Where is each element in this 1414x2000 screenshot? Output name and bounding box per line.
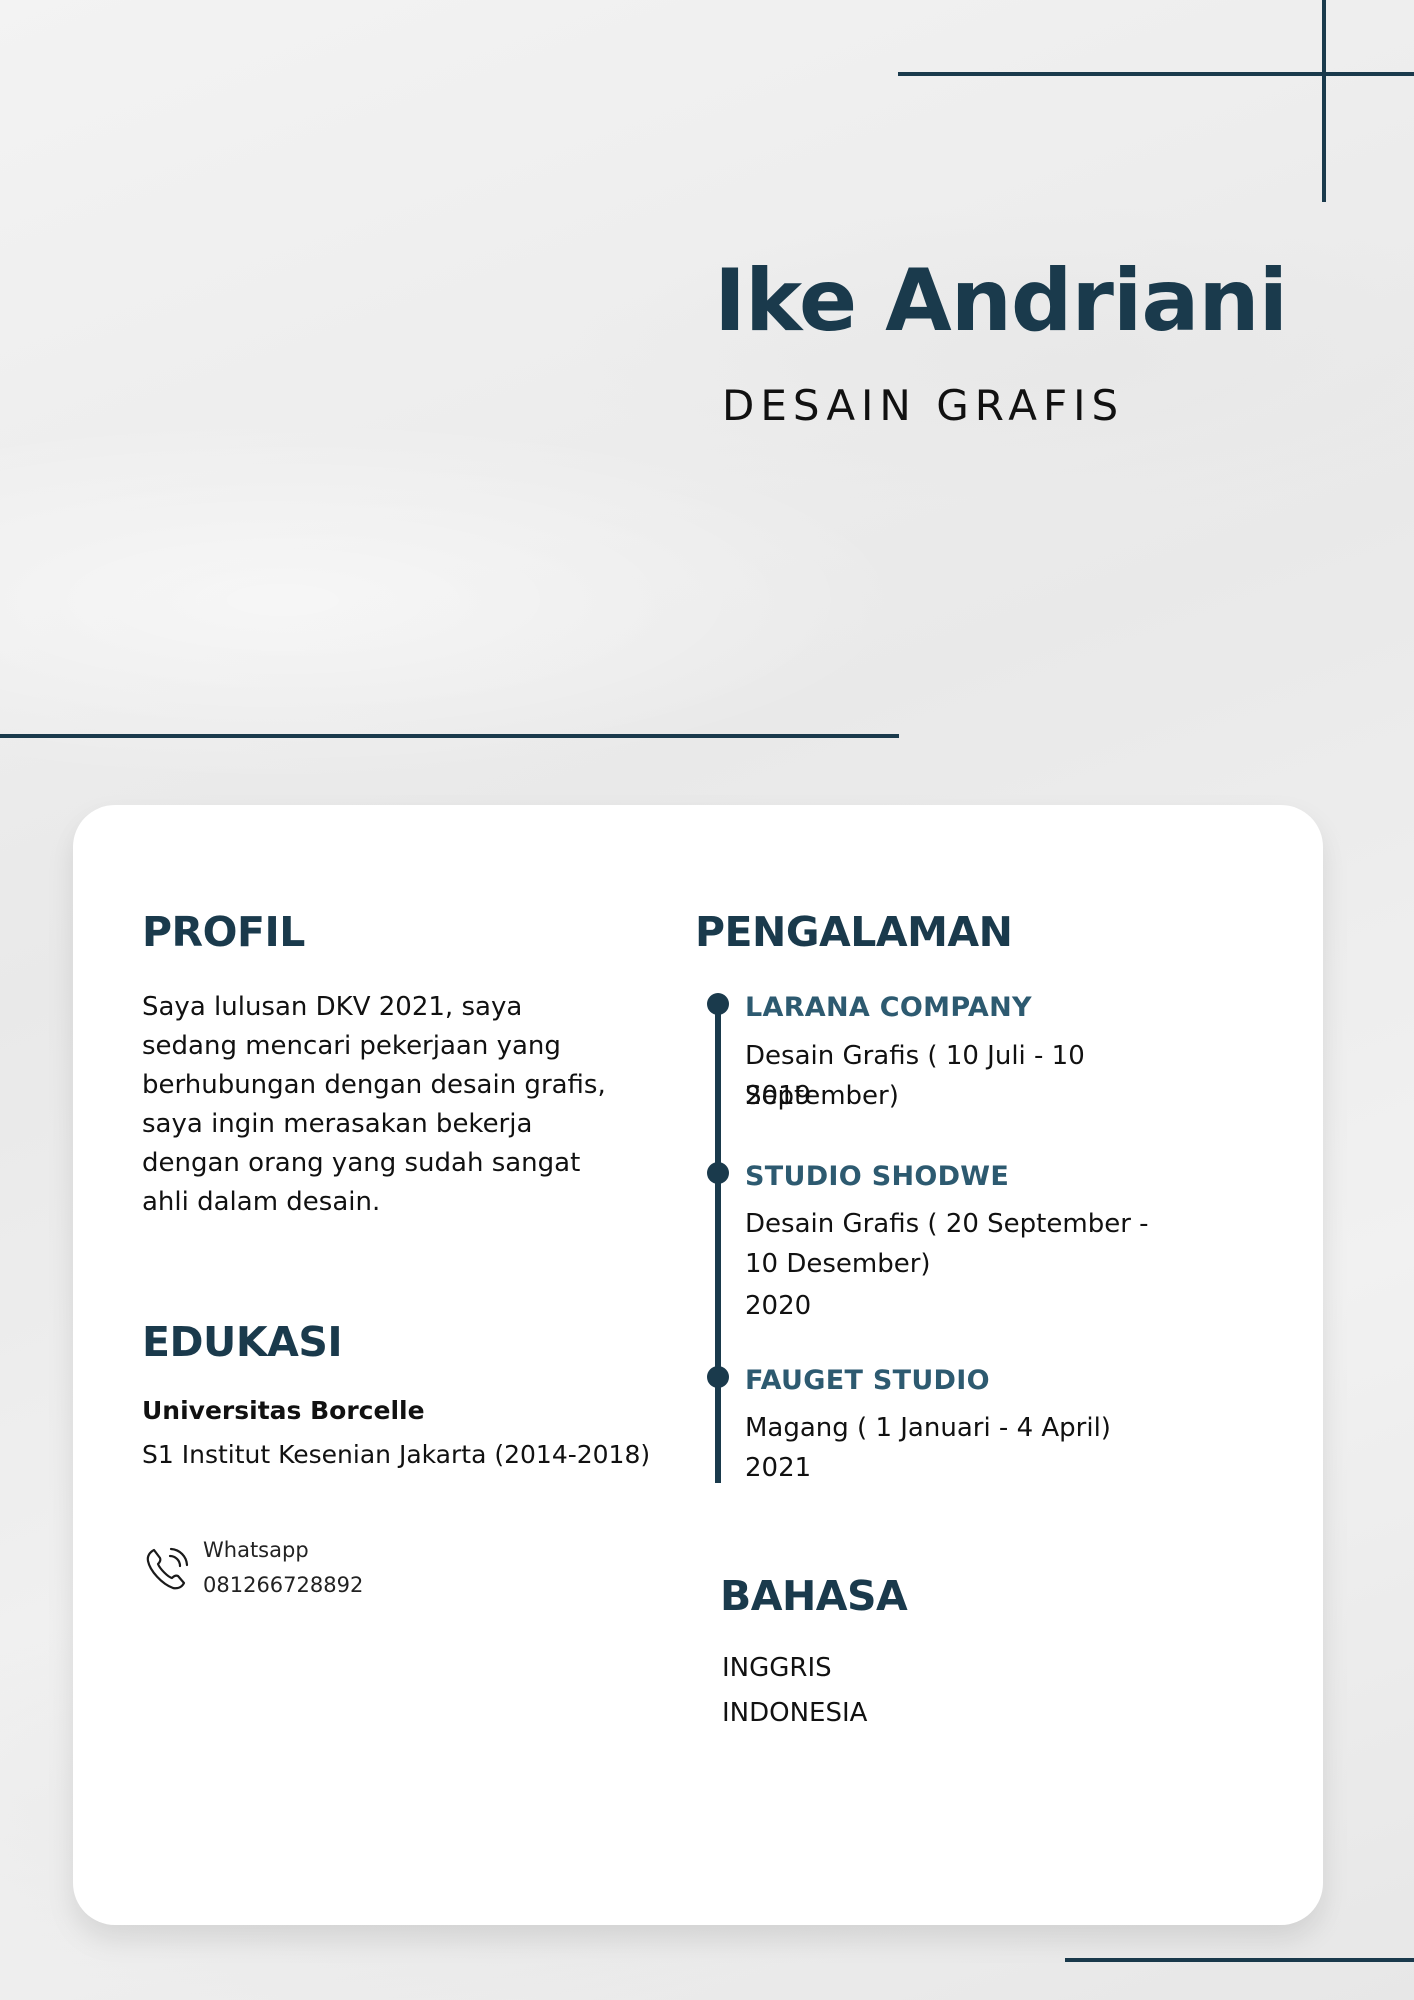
mid-left-horizontal-line [0,734,899,738]
experience-timeline [715,1003,721,1483]
timeline-dot [707,1366,729,1388]
top-right-horizontal-line [898,72,1414,76]
experience-company: LARANA COMPANY [745,992,1032,1023]
experience-year: 2019 [745,1081,812,1111]
education-heading: EDUKASI [142,1318,343,1366]
experience-role: Magang ( 1 Januari - 4 April) [745,1413,1111,1443]
contact-label: Whatsapp [203,1538,309,1562]
phone-icon [140,1542,194,1596]
languages-heading: BAHASA [720,1572,908,1620]
experience-heading: PENGALAMAN [695,908,1013,956]
bottom-right-horizontal-line [1065,1958,1414,1962]
language-item: INGGRIS [722,1653,832,1683]
experience-role: Desain Grafis ( 20 September - 10 Desemb… [745,1209,1149,1279]
timeline-dot [707,993,729,1015]
education-school: Universitas Borcelle [142,1396,425,1425]
contact-phone: 081266728892 [203,1573,364,1597]
language-item: INDONESIA [722,1698,868,1728]
profile-heading: PROFIL [142,908,305,956]
profile-text: Saya lulusan DKV 2021, saya sedang menca… [142,992,606,1217]
experience-company: FAUGET STUDIO [745,1365,990,1396]
timeline-dot [707,1162,729,1184]
experience-year: 2020 [745,1291,812,1321]
experience-company: STUDIO SHODWE [745,1161,1010,1192]
name-title: Ike Andriani [714,251,1288,351]
top-right-vertical-line [1322,0,1326,202]
role-subtitle: DESAIN GRAFIS [722,381,1125,430]
experience-year: 2021 [745,1453,812,1483]
education-detail: S1 Institut Kesenian Jakarta (2014-2018) [142,1440,651,1469]
